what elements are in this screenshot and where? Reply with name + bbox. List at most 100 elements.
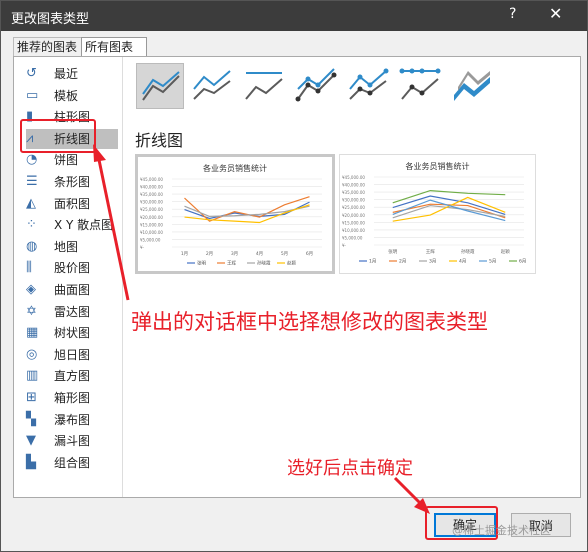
legend-label: 3月 <box>429 259 436 265</box>
y-tick-label: ¥30,000.00 <box>140 200 163 205</box>
highlight-line-chart-box <box>20 119 96 153</box>
sidebar-item-label: 面积图 <box>54 196 91 211</box>
series-line <box>184 196 310 222</box>
sidebar-item-scatter-chart[interactable]: ⁘ X Y 散点图 <box>26 215 118 235</box>
treemap-icon: ▦ <box>26 325 39 341</box>
y-tick-label: ¥10,000.00 <box>342 228 365 233</box>
legend-label: 1月 <box>369 259 376 265</box>
y-tick-label: ¥45,000.00 <box>140 177 163 182</box>
sidebar-item-waterfall[interactable]: ▚ 瀑布图 <box>26 410 118 430</box>
template-icon: ▭ <box>26 87 39 103</box>
subtype-stacked-line-markers[interactable] <box>344 63 392 109</box>
x-tick-label: 6月 <box>306 251 313 257</box>
sidebar-item-treemap[interactable]: ▦ 树状图 <box>26 323 118 343</box>
sidebar-item-template[interactable]: ▭ 模板 <box>26 86 118 106</box>
legend-label: 4月 <box>459 259 466 265</box>
waterfall-icon: ▚ <box>26 411 36 427</box>
x-tick-label: 3月 <box>231 251 238 257</box>
radar-chart-icon: ✡ <box>26 303 37 319</box>
subtype-line[interactable] <box>136 63 184 109</box>
sidebar-item-label: 饼图 <box>54 153 79 168</box>
dialog-title: 更改图表类型 <box>11 12 90 27</box>
y-tick-label: ¥30,000.00 <box>342 198 365 203</box>
bar-chart-icon: ☰ <box>26 174 38 189</box>
x-tick-label: 孙晓霞 <box>461 248 475 255</box>
sidebar-item-recent[interactable]: ↺ 最近 <box>26 64 118 84</box>
pie-chart-icon: ◔ <box>26 152 38 168</box>
legend-label: 5月 <box>489 259 496 265</box>
stock-chart-icon: ⫼ <box>26 260 32 276</box>
legend-label: 赵颖 <box>287 260 296 267</box>
subtype-line-markers[interactable] <box>292 63 340 109</box>
recent-icon: ↺ <box>26 66 37 81</box>
legend-label: 王辉 <box>227 260 236 267</box>
combo-chart-icon: ▙ <box>26 454 36 470</box>
preview-chart-svg: ¥45,000.00 ¥40,000.00 ¥35,000.00 ¥30,000.00… <box>140 177 322 267</box>
ok-annotation: 选好后点击确定 <box>287 458 413 479</box>
title-bar: 更改图表类型 ? ✕ <box>1 1 587 31</box>
map-chart-icon: ◍ <box>26 238 38 254</box>
chart-type-panel: ↺ 最近 ▭ 模板 ▮ 柱形图 ⩘ 折线图 ◔ 饼图 ☰ 条形图 ◭ 面积图 ⁘ X Y 散点图 ◍ 地图 ⫼ 股价图… <box>13 56 581 498</box>
legend-label: 2月 <box>399 259 406 265</box>
dialog-annotation: 弹出的对话框中选择想修改的图表类型 <box>131 310 488 334</box>
sidebar-item-label: 树状图 <box>54 326 91 341</box>
y-tick-label: ¥40,000.00 <box>342 183 365 188</box>
x-tick-label: 赵颖 <box>501 248 510 255</box>
y-tick-label: ¥25,000.00 <box>140 207 163 212</box>
sidebar-item-stock-chart[interactable]: ⫼ 股价图 <box>26 258 118 278</box>
subtype-100-stacked-line[interactable] <box>240 63 288 109</box>
sidebar-item-label: 股价图 <box>54 261 91 276</box>
tab-all-charts[interactable]: 所有图表 <box>81 37 147 56</box>
funnel-icon: ▼ <box>26 433 36 449</box>
subtype-100-stacked-line-markers[interactable] <box>396 63 444 109</box>
sidebar-item-bar-chart[interactable]: ☰ 条形图 <box>26 172 118 192</box>
close-button[interactable]: ✕ <box>549 4 562 23</box>
y-tick-label: ¥5,000.00 <box>140 237 161 242</box>
watermark: @稀土掘金技术社区 <box>452 524 551 537</box>
help-button[interactable]: ? <box>509 6 516 22</box>
sidebar-item-label: 地图 <box>54 239 79 254</box>
sidebar-item-funnel[interactable]: ▼ 漏斗图 <box>26 431 118 451</box>
sidebar-item-sunburst[interactable]: ◎ 旭日图 <box>26 345 118 365</box>
sidebar-item-label: 瀑布图 <box>54 412 91 427</box>
y-tick-label: ¥25,000.00 <box>342 205 365 210</box>
sidebar-item-label: 组合图 <box>54 455 91 470</box>
sidebar-item-label: X Y 散点图 <box>54 218 114 233</box>
legend-label: 孙晓霞 <box>257 260 271 267</box>
surface-chart-icon: ◈ <box>26 282 36 297</box>
sidebar-item-pie-chart[interactable]: ◔ 饼图 <box>26 150 118 170</box>
y-tick-label: ¥15,000.00 <box>342 220 365 225</box>
sidebar-item-label: 模板 <box>54 88 79 103</box>
y-tick-label: ¥20,000.00 <box>140 215 163 220</box>
y-tick-label: ¥40,000.00 <box>140 185 163 190</box>
sidebar-item-histogram[interactable]: ▥ 直方图 <box>26 366 118 386</box>
sidebar-item-box-whisker[interactable]: ⊞ 箱形图 <box>26 388 118 408</box>
sunburst-icon: ◎ <box>26 346 38 362</box>
sidebar-item-radar-chart[interactable]: ✡ 雷达图 <box>26 302 118 322</box>
sidebar-item-area-chart[interactable]: ◭ 面积图 <box>26 194 118 214</box>
sidebar-item-surface-chart[interactable]: ◈ 曲面图 <box>26 280 118 300</box>
area-chart-icon: ◭ <box>26 195 36 211</box>
y-tick-label: ¥5,000.00 <box>342 235 363 240</box>
sidebar-item-map-chart[interactable]: ◍ 地图 <box>26 237 118 257</box>
preview-by-month[interactable]: 各业务员销售统计 ¥45,000.00 ¥40,000.00 ¥35,000.00 ¥… <box>135 154 335 274</box>
preview-by-salesperson[interactable]: 各业务员销售统计 ¥45,000.00 ¥40,000.00 ¥35,000.00 ¥… <box>339 154 536 274</box>
x-tick-label: 5月 <box>281 251 288 257</box>
sidebar-item-label: 最近 <box>54 67 79 81</box>
chart-type-title: 折线图 <box>135 131 184 150</box>
legend-label: 张明 <box>197 260 206 267</box>
series-line <box>392 199 506 222</box>
subtype-stacked-line[interactable] <box>188 63 236 109</box>
tab-recommended-charts[interactable]: 推荐的图表 <box>13 37 85 56</box>
y-tick-label: ¥35,000.00 <box>140 192 163 197</box>
legend-label: 6月 <box>519 259 526 265</box>
x-tick-label: 王辉 <box>426 248 435 255</box>
histogram-icon: ▥ <box>26 368 39 384</box>
x-tick-label: 1月 <box>181 251 188 257</box>
sidebar-item-label: 雷达图 <box>54 304 91 319</box>
subtype-3d-line[interactable] <box>448 63 496 109</box>
box-whisker-icon: ⊞ <box>26 390 37 405</box>
y-tick-label: ¥15,000.00 <box>140 222 163 227</box>
x-tick-label: 张明 <box>388 248 397 255</box>
sidebar-item-combo-chart[interactable]: ▙ 组合图 <box>26 453 118 473</box>
